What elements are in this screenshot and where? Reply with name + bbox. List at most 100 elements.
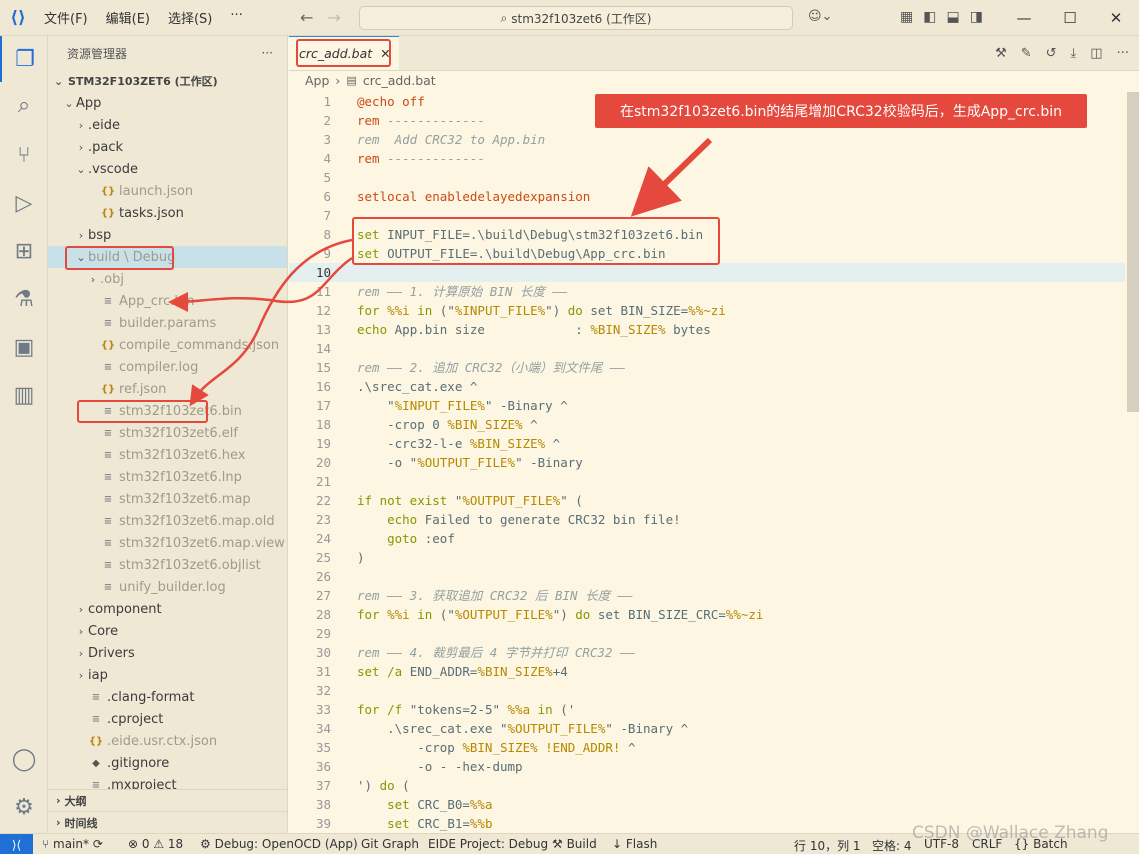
tree-item[interactable]: ≡ compiler.log <box>48 356 287 378</box>
tree-item[interactable]: ≡ stm32f103zet6.hex <box>48 444 287 466</box>
code-line[interactable]: 28 for %%i in ("%OUTPUT_FILE%") do set BI… <box>289 605 1125 624</box>
problems-status[interactable]: ⊗ 0 ⚠ 18 <box>128 837 183 851</box>
code-line[interactable]: 21 <box>289 472 1125 491</box>
more-actions-icon[interactable]: ··· <box>1117 46 1129 61</box>
tree-item[interactable]: ≡ stm32f103zet6.map <box>48 488 287 510</box>
code-line[interactable]: 36 -o - -hex-dump <box>289 757 1125 776</box>
eide-project-status[interactable]: EIDE Project: Debug <box>428 837 548 851</box>
code-line[interactable]: 37 ') do ( <box>289 776 1125 795</box>
tree-item[interactable]: ◆ .gitignore <box>48 752 287 774</box>
customize-layout-icon[interactable]: ▦ <box>900 9 913 25</box>
code-line[interactable]: 20 -o "%OUTPUT_FILE%" -Binary <box>289 453 1125 472</box>
explorer-icon[interactable]: ❐ <box>0 36 48 82</box>
code-line[interactable]: 16 .\srec_cat.exe ^ <box>289 377 1125 396</box>
indentation-status[interactable]: 空格: 4 <box>872 837 912 854</box>
history-icon[interactable]: ↺ <box>1046 46 1057 61</box>
code-line[interactable]: 30 rem —— 4. 裁剪最后 4 字节并打印 CRC32 —— <box>289 643 1125 662</box>
code-line[interactable]: 5 <box>289 168 1125 187</box>
code-line[interactable]: 38 set CRC_B0=%%a <box>289 795 1125 814</box>
tree-item[interactable]: {} .eide.usr.ctx.json <box>48 730 287 752</box>
menu-select[interactable]: 选择(S) <box>166 6 214 29</box>
tree-item[interactable]: › component <box>48 598 287 620</box>
branch-status[interactable]: ⑂ main* ⟳ <box>42 837 103 851</box>
tree-item[interactable]: › Drivers <box>48 642 287 664</box>
flash-button[interactable]: ↓ Flash <box>612 837 657 851</box>
tree-item[interactable]: ≡ unify_builder.log <box>48 576 287 598</box>
tree-item[interactable]: ≡ stm32f103zet6.elf <box>48 422 287 444</box>
tree-item[interactable]: ⌄ App <box>48 92 287 114</box>
code-line[interactable]: 17 "%INPUT_FILE%" -Binary ^ <box>289 396 1125 415</box>
code-line[interactable]: 33 for /f "tokens=2-5" %%a in (' <box>289 700 1125 719</box>
tree-item[interactable]: {} launch.json <box>48 180 287 202</box>
eide-build-icon[interactable]: ⚒ <box>995 46 1007 61</box>
tree-item[interactable]: ≡ stm32f103zet6.map.old <box>48 510 287 532</box>
menu-edit[interactable]: 编辑(E) <box>104 6 152 29</box>
code-editor[interactable]: 1 @echo off 2 rem ------------- 3 rem Add CRC… <box>289 92 1125 833</box>
tree-item[interactable]: › iap <box>48 664 287 686</box>
forward-arrow-icon[interactable]: → <box>327 8 340 27</box>
breadcrumb-folder[interactable]: App <box>305 73 329 88</box>
code-line[interactable]: 27 rem —— 3. 获取追加 CRC32 后 BIN 长度 —— <box>289 586 1125 605</box>
tree-item[interactable]: › .pack <box>48 136 287 158</box>
settings-gear-icon[interactable]: ⚙ <box>0 784 48 830</box>
code-line[interactable]: 24 goto :eof <box>289 529 1125 548</box>
explorer-more-button[interactable]: ··· <box>262 46 273 60</box>
timeline-section[interactable]: › 时间线 <box>48 811 287 833</box>
code-line[interactable]: 14 <box>289 339 1125 358</box>
back-arrow-icon[interactable]: ← <box>300 8 313 27</box>
build-button[interactable]: ⚒ Build <box>552 837 597 851</box>
command-center-search[interactable]: ⌕ stm32f103zet6 (工作区) <box>359 6 793 30</box>
code-line[interactable]: 4 rem ------------- <box>289 149 1125 168</box>
tree-item[interactable]: ≡ stm32f103zet6.map.view <box>48 532 287 554</box>
tree-item[interactable]: ≡ builder.params <box>48 312 287 334</box>
code-line[interactable]: 32 <box>289 681 1125 700</box>
code-line[interactable]: 11 rem —— 1. 计算原始 BIN 长度 —— <box>289 282 1125 301</box>
code-line[interactable]: 15 rem —— 2. 追加 CRC32（小端）到文件尾 —— <box>289 358 1125 377</box>
code-line[interactable]: 25) <box>289 548 1125 567</box>
cursor-position[interactable]: 行 10，列 1 <box>794 837 861 854</box>
toggle-sidebar-icon[interactable]: ◧ <box>923 9 936 25</box>
code-line[interactable]: 6 setlocal enabledelayedexpansion <box>289 187 1125 206</box>
code-line[interactable]: 10 <box>289 263 1125 282</box>
code-line[interactable]: 22 if not exist "%OUTPUT_FILE%" ( <box>289 491 1125 510</box>
code-line[interactable]: 12 for %%i in ("%INPUT_FILE%") do set BIN… <box>289 301 1125 320</box>
outline-section[interactable]: › 大纲 <box>48 789 287 811</box>
code-line[interactable]: 26 <box>289 567 1125 586</box>
tree-item[interactable]: ≡ .cproject <box>48 708 287 730</box>
breadcrumb-file[interactable]: crc_add.bat <box>363 73 436 88</box>
extensions-icon[interactable]: ⊞ <box>0 228 48 274</box>
code-line[interactable]: 18 -crop 0 %BIN_SIZE% ^ <box>289 415 1125 434</box>
book-icon[interactable]: ▥ <box>0 372 48 418</box>
account-icon[interactable]: ◯ <box>0 736 48 782</box>
maximize-icon[interactable]: ☐ <box>1047 0 1093 36</box>
code-line[interactable]: 13 echo App.bin size : %BIN_SIZE% bytes <box>289 320 1125 339</box>
tree-item[interactable]: › Core <box>48 620 287 642</box>
debug-status[interactable]: ⚙ Debug: OpenOCD (App) <box>200 837 358 851</box>
tree-item[interactable]: {} ref.json <box>48 378 287 400</box>
toggle-secondary-sidebar-icon[interactable]: ◨ <box>970 9 983 25</box>
download-icon[interactable]: ⤓ <box>1071 46 1077 61</box>
menu-more[interactable]: ··· <box>228 6 244 29</box>
chip-icon[interactable]: ▣ <box>0 324 48 370</box>
code-line[interactable]: 35 -crop %BIN_SIZE% !END_ADDR! ^ <box>289 738 1125 757</box>
split-editor-icon[interactable]: ◫ <box>1090 46 1102 61</box>
git-graph-status[interactable]: Git Graph <box>361 837 419 851</box>
code-line[interactable]: 31 set /a END_ADDR=%BIN_SIZE%+4 <box>289 662 1125 681</box>
tree-item[interactable]: › bsp <box>48 224 287 246</box>
tree-item[interactable]: {} compile_commands.json <box>48 334 287 356</box>
editor-scrollbar[interactable] <box>1127 92 1139 412</box>
code-line[interactable]: 29 <box>289 624 1125 643</box>
code-line[interactable]: 3 rem Add CRC32 to App.bin <box>289 130 1125 149</box>
tree-item[interactable]: ≡ stm32f103zet6.objlist <box>48 554 287 576</box>
minimize-icon[interactable]: — <box>1001 0 1047 36</box>
copilot-icon[interactable]: ☺⌄ <box>808 9 832 24</box>
search-view-icon[interactable]: ⌕ <box>0 82 48 128</box>
toggle-panel-icon[interactable]: ⬓ <box>946 9 959 25</box>
code-line[interactable]: 34 .\srec_cat.exe "%OUTPUT_FILE%" -Binar… <box>289 719 1125 738</box>
workspace-root[interactable]: ⌄ STM32F103ZET6 (工作区) <box>48 70 287 92</box>
code-line[interactable]: 23 echo Failed to generate CRC32 bin fil… <box>289 510 1125 529</box>
menu-file[interactable]: 文件(F) <box>42 6 90 29</box>
clean-icon[interactable]: ✎ <box>1021 46 1032 61</box>
tree-item[interactable]: › .eide <box>48 114 287 136</box>
run-debug-icon[interactable]: ▷ <box>0 180 48 226</box>
